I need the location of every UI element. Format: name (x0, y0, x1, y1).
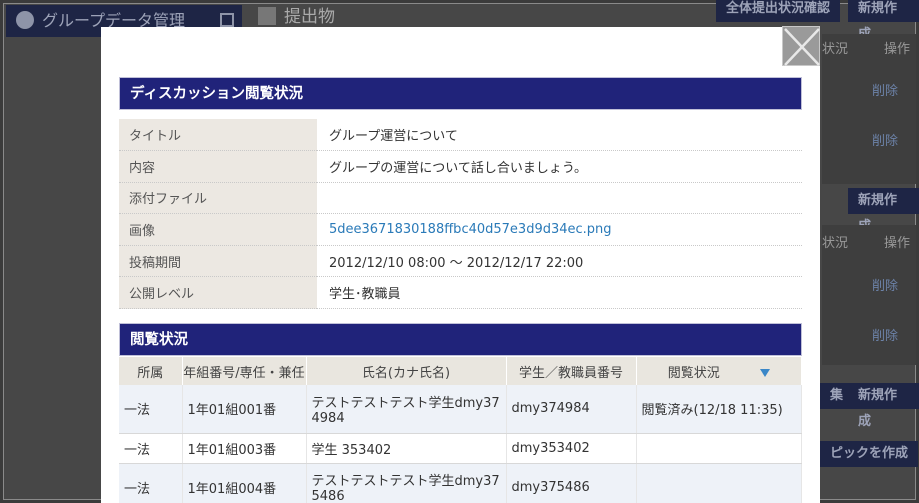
cell-id: dmy353402 (506, 433, 637, 464)
cell-dept: 一法 (119, 385, 183, 434)
cell-name: テストテストテスト学生dmy374984 (306, 385, 507, 434)
info-row: 添付ファイル (119, 182, 802, 215)
info-value: 2012/12/10 08:00 〜 2012/12/17 22:00 (317, 245, 802, 278)
cell-id: dmy375486 (506, 463, 637, 503)
col-class[interactable]: 年組番号/専任・兼任 (182, 357, 307, 385)
info-label: タイトル (119, 119, 317, 152)
cell-dept: 一法 (119, 433, 183, 464)
cell-name: 学生 353402 (306, 433, 507, 464)
info-value: 学生･教職員 (317, 276, 802, 310)
close-modal-button[interactable] (782, 26, 820, 66)
info-row: 画像 5dee3671830188ffbc40d57e3d9d34ec.png (119, 213, 802, 246)
cell-name: テストテストテスト学生dmy375486 (306, 463, 507, 503)
cell-status: 閲覧済み(12/18 11:35) (636, 385, 802, 434)
cell-id: dmy374984 (506, 385, 637, 434)
info-row: 内容 グループの運営について話し合いましょう。 (119, 150, 802, 183)
cell-status (636, 463, 802, 503)
cell-class: 1年01組004番 (182, 463, 307, 503)
discussion-status-header: ディスカッション閲覧状況 (119, 77, 802, 110)
info-label: 添付ファイル (119, 182, 317, 215)
table-row: 一法 1年01組001番 テストテストテスト学生dmy374984 dmy374984… (119, 385, 802, 434)
col-view-status[interactable]: 閲覧状況 (636, 357, 802, 385)
info-row: タイトル グループ運営について (119, 119, 802, 152)
info-row: 投稿期間 2012/12/10 08:00 〜 2012/12/17 22:00 (119, 245, 802, 278)
info-label: 画像 (119, 213, 317, 246)
cell-class: 1年01組003番 (182, 433, 307, 464)
cell-status (636, 433, 802, 464)
sort-down-icon[interactable] (759, 369, 770, 377)
view-status-header: 閲覧状況 (119, 323, 802, 356)
image-file-link[interactable]: 5dee3671830188ffbc40d57e3d9d34ec.png (329, 222, 612, 237)
info-label: 公開レベル (119, 276, 317, 310)
cell-class: 1年01組001番 (182, 385, 307, 434)
info-value: 5dee3671830188ffbc40d57e3d9d34ec.png (317, 213, 802, 246)
discussion-info-table: タイトル グループ運営について 内容 グループの運営について話し合いましょう。 添付ファ… (119, 119, 802, 310)
close-icon (784, 28, 820, 66)
info-value: グループの運営について話し合いましょう。 (317, 150, 802, 183)
discussion-status-modal: ディスカッション閲覧状況 タイトル グループ運営について 内容 グループの運営について… (101, 27, 820, 503)
info-label: 投稿期間 (119, 245, 317, 278)
table-row: 一法 1年01組003番 学生 353402 dmy353402 (119, 433, 802, 464)
info-value (317, 182, 802, 215)
cell-dept: 一法 (119, 463, 183, 503)
col-id[interactable]: 学生／教職員番号 (506, 357, 637, 385)
col-dept[interactable]: 所属 (119, 357, 183, 385)
info-row: 公開レベル 学生･教職員 (119, 276, 802, 310)
table-row: 一法 1年01組004番 テストテストテスト学生dmy375486 dmy375486 (119, 463, 802, 503)
info-value: グループ運営について (317, 119, 802, 152)
info-label: 内容 (119, 150, 317, 183)
view-status-table: 所属 年組番号/専任・兼任 氏名(カナ氏名) 学生／教職員番号 閲覧状況 一法 1… (119, 357, 802, 503)
col-name[interactable]: 氏名(カナ氏名) (306, 357, 507, 385)
